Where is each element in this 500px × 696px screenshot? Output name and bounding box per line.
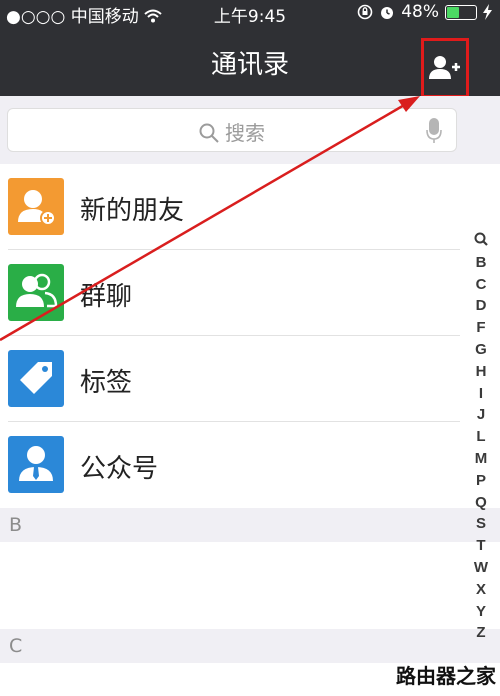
microphone-icon[interactable]: [426, 118, 442, 144]
index-letter-d[interactable]: D: [471, 297, 491, 319]
index-search-icon[interactable]: [471, 232, 491, 254]
search-placeholder: 搜索: [8, 117, 456, 146]
menu-item-group-chat[interactable]: 群聊: [0, 250, 460, 336]
section-header-c: C: [0, 629, 500, 663]
search-placeholder-text: 搜索: [225, 121, 265, 145]
index-letter-c[interactable]: C: [471, 276, 491, 298]
menu-item-new-friends[interactable]: 新的朋友: [0, 164, 460, 250]
section-letter: C: [9, 635, 23, 657]
new-friend-icon: [8, 178, 64, 235]
status-right: 48%: [357, 2, 492, 22]
add-contact-icon: [429, 56, 460, 79]
group-chat-icon: [8, 264, 64, 321]
index-letter-f[interactable]: F: [471, 319, 491, 341]
menu-item-label: 公众号: [80, 454, 159, 484]
orientation-lock-icon: [357, 4, 373, 20]
battery-fill: [447, 6, 460, 18]
index-letter-z[interactable]: Z: [471, 624, 491, 646]
section-header-b: B: [0, 508, 500, 542]
index-letter-p[interactable]: P: [471, 472, 491, 494]
index-letter-s[interactable]: S: [471, 515, 491, 537]
index-letter-g[interactable]: G: [471, 341, 491, 363]
index-letter-x[interactable]: X: [471, 581, 491, 603]
index-letter-y[interactable]: Y: [471, 603, 491, 625]
index-letter-h[interactable]: H: [471, 363, 491, 385]
index-letter-j[interactable]: J: [471, 406, 491, 428]
search-icon: [199, 123, 219, 143]
index-letter-l[interactable]: L: [471, 428, 491, 450]
menu-item-label: 群聊: [80, 282, 133, 312]
battery-percent: 48%: [401, 2, 439, 22]
battery-icon: [445, 4, 477, 20]
add-contact-button[interactable]: [421, 38, 469, 98]
menu-item-label: 新的朋友: [80, 196, 185, 226]
menu-item-label: 标签: [80, 368, 133, 398]
alarm-icon: [381, 7, 394, 19]
bolt-icon: [483, 4, 492, 20]
section-letter: B: [9, 514, 23, 536]
index-letter-q[interactable]: Q: [471, 494, 491, 516]
index-letter-m[interactable]: M: [471, 450, 491, 472]
search-input[interactable]: 搜索: [7, 108, 457, 152]
index-letter-t[interactable]: T: [471, 537, 491, 559]
index-letter-w[interactable]: W: [471, 559, 491, 581]
menu-item-tags[interactable]: 标签: [0, 336, 460, 422]
search-area: 搜索: [0, 96, 500, 164]
official-account-icon: [8, 436, 64, 493]
status-bar: ●○○○ 中国移动 上午9:45 48%: [0, 0, 500, 27]
tag-icon: [8, 350, 64, 407]
watermark: 路由器之家: [396, 664, 496, 688]
alphabet-index[interactable]: B C D F G H I J L M P Q S T W X Y Z: [471, 232, 491, 646]
menu-item-official-accounts[interactable]: 公众号: [0, 422, 460, 508]
index-letter-b[interactable]: B: [471, 254, 491, 276]
index-letter-i[interactable]: I: [471, 385, 491, 407]
